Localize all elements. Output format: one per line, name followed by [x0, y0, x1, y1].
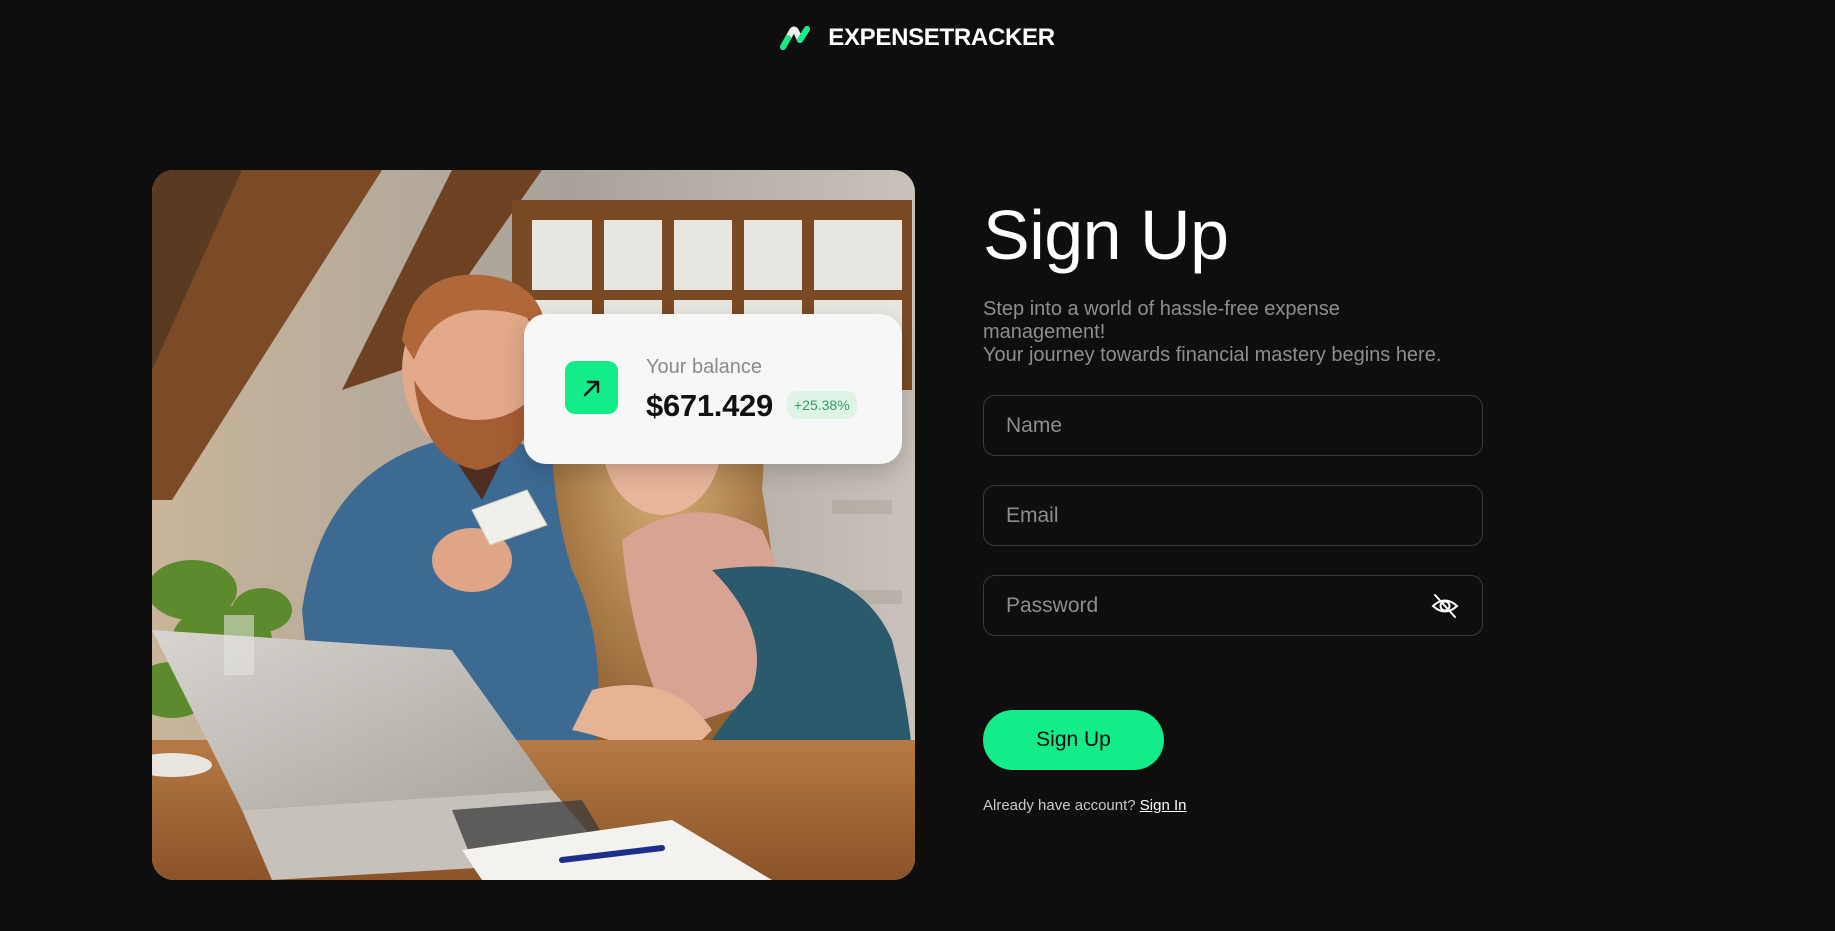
signin-prompt-text: Already have account? — [983, 797, 1136, 814]
balance-change-badge: +25.38% — [787, 391, 857, 419]
page-subtitle: Step into a world of hassle-free expense… — [983, 298, 1463, 367]
signup-page: EXPENSETRACKER Your balance $671.429 +25… — [0, 0, 1835, 931]
signin-link[interactable]: Sign In — [1140, 797, 1187, 814]
couple-with-laptop-photo — [152, 170, 915, 880]
name-field[interactable] — [983, 395, 1483, 456]
email-input[interactable] — [1006, 503, 1460, 528]
name-input[interactable] — [1006, 413, 1460, 438]
eye-off-icon[interactable] — [1430, 591, 1460, 621]
subtitle-line-1: Step into a world of hassle-free expense… — [983, 298, 1340, 343]
brand-header: EXPENSETRACKER — [0, 24, 1835, 52]
password-input[interactable] — [1006, 593, 1430, 618]
logo-mark-icon — [780, 26, 811, 50]
balance-amount: $671.429 — [646, 388, 773, 423]
arrow-up-right-icon — [565, 361, 618, 414]
email-field[interactable] — [983, 485, 1483, 546]
page-title: Sign Up — [983, 196, 1229, 274]
signup-form: Sign Up Step into a world of hassle-free… — [983, 190, 1483, 814]
balance-card: Your balance $671.429 +25.38% — [524, 314, 902, 464]
subtitle-line-2: Your journey towards financial mastery b… — [983, 344, 1442, 366]
signup-button[interactable]: Sign Up — [983, 710, 1164, 770]
brand-name: EXPENSETRACKER — [828, 24, 1055, 51]
password-field[interactable] — [983, 575, 1483, 636]
balance-label: Your balance — [646, 356, 763, 378]
signin-prompt: Already have account? Sign In — [983, 797, 1186, 814]
hero-photo — [152, 170, 915, 880]
